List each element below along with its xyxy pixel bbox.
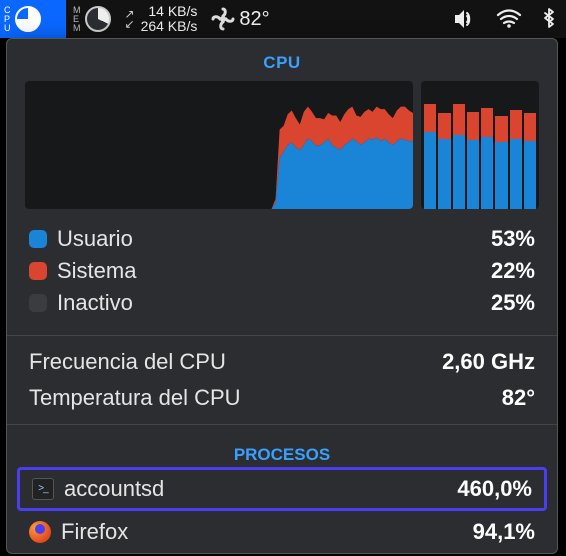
net-up: 264 KB/s xyxy=(141,19,198,34)
info-row: Temperatura del CPU 82° xyxy=(7,380,557,416)
legend-row-sys: Sistema 22% xyxy=(29,255,535,287)
core-bar xyxy=(510,81,522,209)
core-bar xyxy=(481,81,493,209)
legend-label: Sistema xyxy=(57,255,136,287)
core-bar xyxy=(424,81,436,209)
legend-row-user: Usuario 53% xyxy=(29,223,535,255)
menubar-temp-value: 82° xyxy=(239,8,269,31)
cpu-dropdown-panel: CPU xyxy=(6,38,558,554)
process-cpu: 460,0% xyxy=(457,474,532,504)
fan-icon xyxy=(211,7,235,31)
info-value: 82° xyxy=(502,382,535,414)
info-label: Frecuencia del CPU xyxy=(29,346,226,378)
charts-row xyxy=(7,81,557,209)
process-name: accountsd xyxy=(64,474,164,504)
menubar-mem-item[interactable]: M E M xyxy=(66,0,118,38)
legend-value: 25% xyxy=(491,287,535,319)
cpu-history-chart[interactable] xyxy=(25,81,413,209)
process-row[interactable]: accountsd 460,0% xyxy=(17,467,547,511)
swatch-idle xyxy=(29,294,47,312)
divider xyxy=(7,335,557,336)
menubar-temp-item[interactable]: 82° xyxy=(204,0,276,38)
net-down: 14 KB/s xyxy=(141,4,198,19)
legend-value: 53% xyxy=(491,223,535,255)
core-bar xyxy=(438,81,450,209)
net-values: 14 KB/s 264 KB/s xyxy=(141,4,198,34)
core-bar xyxy=(467,81,479,209)
volume-icon[interactable] xyxy=(442,9,486,29)
cpu-pie-icon xyxy=(15,6,41,32)
app-icon xyxy=(32,478,54,500)
process-cpu: 94,1% xyxy=(473,517,535,547)
bluetooth-icon[interactable] xyxy=(532,8,566,30)
cpu-legend: Usuario 53% Sistema 22% Inactivo 25% xyxy=(7,209,557,327)
core-bar xyxy=(495,81,507,209)
legend-label: Usuario xyxy=(57,223,133,255)
process-list: accountsd 460,0% Firefox 94,1% xyxy=(7,467,557,551)
menubar-cpu-item[interactable]: C P U xyxy=(0,0,66,38)
cpu-label: C P U xyxy=(4,6,11,33)
mem-label: M E M xyxy=(73,6,81,33)
info-row: Frecuencia del CPU 2,60 GHz xyxy=(7,344,557,380)
process-name: Firefox xyxy=(61,517,128,547)
mem-pie-icon xyxy=(85,6,111,32)
swatch-sys xyxy=(29,262,47,280)
processes-title: PROCESOS xyxy=(7,433,557,465)
legend-value: 22% xyxy=(491,255,535,287)
core-bar xyxy=(453,81,465,209)
info-label: Temperatura del CPU xyxy=(29,382,241,414)
panel-title: CPU xyxy=(7,39,557,81)
net-arrows-icon: ↗↙ xyxy=(125,9,135,29)
menubar-net-item[interactable]: ↗↙ 14 KB/s 264 KB/s xyxy=(118,0,205,38)
process-row[interactable]: Firefox 94,1% xyxy=(7,513,557,551)
swatch-user xyxy=(29,230,47,248)
cpu-core-barchart[interactable] xyxy=(421,81,539,209)
core-bar xyxy=(524,81,536,209)
info-value: 2,60 GHz xyxy=(442,346,535,378)
legend-row-idle: Inactivo 25% xyxy=(29,287,535,319)
cpu-info-block: Frecuencia del CPU 2,60 GHz Temperatura … xyxy=(7,344,557,416)
divider xyxy=(7,424,557,425)
wifi-icon[interactable] xyxy=(486,9,532,29)
menubar: C P U M E M ↗↙ 14 KB/s 264 KB/s 82° xyxy=(0,0,566,38)
app-icon xyxy=(29,521,51,543)
legend-label: Inactivo xyxy=(57,287,133,319)
